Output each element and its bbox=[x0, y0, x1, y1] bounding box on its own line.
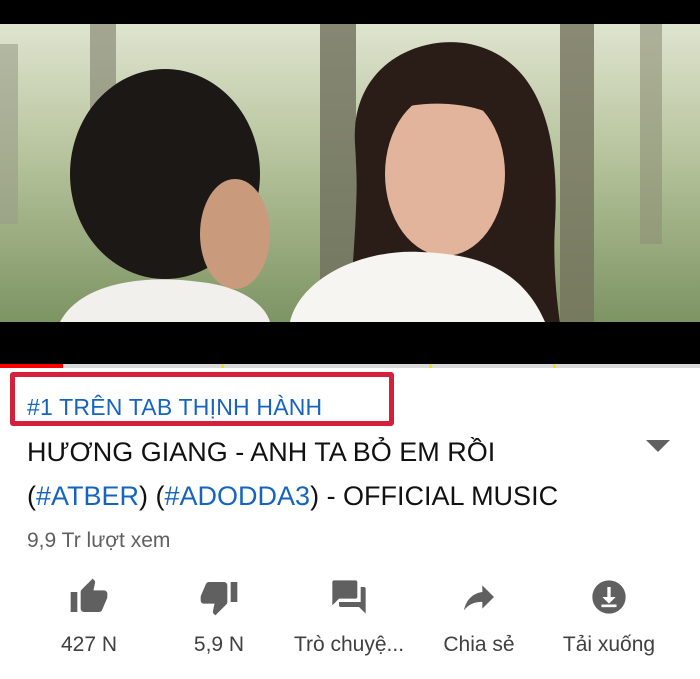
title-line-2-rest: - OFFICIAL MUSIC bbox=[319, 481, 559, 511]
video-frame[interactable] bbox=[0, 24, 700, 322]
ad-marker bbox=[553, 364, 556, 368]
expand-description-icon[interactable] bbox=[646, 440, 670, 452]
ad-marker bbox=[429, 364, 432, 368]
title-paren-close: ) bbox=[310, 481, 320, 511]
chat-button[interactable]: Trò chuyệ... bbox=[279, 570, 419, 670]
chat-icon bbox=[332, 580, 366, 614]
download-icon bbox=[592, 580, 626, 614]
share-button[interactable]: Chia sẻ bbox=[409, 570, 549, 670]
dislike-button[interactable]: 5,9 N bbox=[149, 570, 289, 670]
title-paren-open: ( bbox=[27, 481, 36, 511]
ad-marker bbox=[221, 364, 224, 368]
video-title[interactable]: HƯƠNG GIANG - ANH TA BỎ EM RỒI (#ATBER) … bbox=[27, 430, 627, 518]
highlight-annotation-box bbox=[10, 372, 394, 426]
dislike-count: 5,9 N bbox=[193, 633, 245, 656]
like-count: 427 N bbox=[60, 633, 118, 656]
share-label: Chia sẻ bbox=[443, 633, 515, 656]
chat-label: Trò chuyệ... bbox=[293, 633, 405, 656]
title-paren-close: ) ( bbox=[139, 481, 165, 511]
video-progress-bar[interactable] bbox=[0, 364, 700, 368]
video-player[interactable] bbox=[0, 0, 700, 368]
hashtag-atber[interactable]: #ATBER bbox=[36, 481, 139, 511]
view-count: 9,9 Tr lượt xem bbox=[27, 529, 171, 552]
download-button[interactable]: Tải xuống bbox=[539, 570, 679, 670]
download-label: Tải xuống bbox=[562, 633, 656, 656]
video-still-image bbox=[0, 24, 700, 322]
progress-fill bbox=[0, 364, 63, 368]
hashtag-adodda3[interactable]: #ADODDA3 bbox=[165, 481, 311, 511]
title-line-1: HƯƠNG GIANG - ANH TA BỎ EM RỒI bbox=[27, 437, 496, 467]
share-icon bbox=[464, 585, 494, 611]
thumb-up-icon bbox=[70, 578, 108, 612]
like-button[interactable]: 427 N bbox=[19, 570, 159, 670]
thumb-down-icon bbox=[200, 582, 238, 616]
action-bar: 427 N 5,9 N Trò chuyệ... Chia sẻ Tải xuố… bbox=[0, 570, 700, 670]
